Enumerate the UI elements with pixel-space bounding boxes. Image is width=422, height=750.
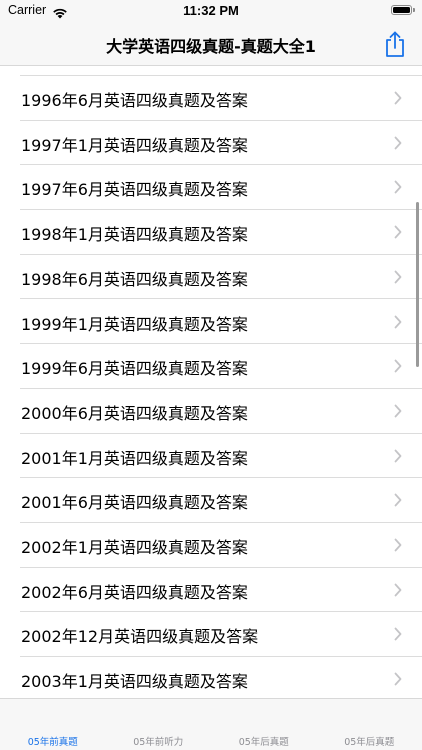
list-item[interactable]: 1996年6月英语四级真题及答案	[0, 76, 422, 121]
chevron-right-icon	[394, 180, 402, 194]
list-item[interactable]: 2003年1月英语四级真题及答案	[0, 657, 422, 698]
chevron-right-icon	[394, 404, 402, 418]
chevron-right-icon	[394, 91, 402, 105]
list-item[interactable]: 1998年1月英语四级真题及答案	[0, 210, 422, 255]
exam-list[interactable]: 1996年6月英语四级真题及答案 1997年1月英语四级真题及答案 1997年6月英…	[0, 66, 422, 698]
list-item[interactable]: 1998年6月英语四级真题及答案	[0, 255, 422, 300]
list-item-label: 1999年1月英语四级真题及答案	[21, 314, 248, 334]
chevron-right-icon	[394, 225, 402, 239]
list-item-label: 1997年6月英语四级真题及答案	[21, 180, 248, 200]
battery-icon	[391, 5, 412, 15]
chevron-right-icon	[394, 672, 402, 686]
list-item-label: 1998年6月英语四级真题及答案	[21, 269, 248, 289]
page-title: 大学英语四级真题-真题大全1	[106, 37, 316, 56]
list-item-label: 2001年6月英语四级真题及答案	[21, 493, 248, 513]
list-item-label: 2001年1月英语四级真题及答案	[21, 448, 248, 468]
list-item[interactable]: 2002年12月英语四级真题及答案	[0, 612, 422, 658]
list-item-label: 2000年6月英语四级真题及答案	[21, 403, 248, 423]
list-item[interactable]: 1997年1月英语四级真题及答案	[0, 121, 422, 166]
list-item-label: 2002年6月英语四级真题及答案	[21, 582, 248, 602]
chevron-right-icon	[394, 136, 402, 150]
tab-pre2005-listening[interactable]: 05年前听力	[106, 734, 212, 748]
share-icon	[386, 31, 404, 57]
tab-bar: 05年前真题 05年前听力 05年后真题 05年后真题	[0, 698, 422, 750]
list-item[interactable]: 2002年1月英语四级真题及答案	[0, 523, 422, 568]
list-item[interactable]: 2001年6月英语四级真题及答案	[0, 478, 422, 523]
list-item-label: 1999年6月英语四级真题及答案	[21, 359, 248, 379]
list-item[interactable]: 2001年1月英语四级真题及答案	[0, 434, 422, 479]
list-item[interactable]: 1999年1月英语四级真题及答案	[0, 300, 422, 345]
list-item[interactable]: 1997年6月英语四级真题及答案	[0, 165, 422, 211]
chevron-right-icon	[394, 315, 402, 328]
chevron-right-icon	[394, 627, 402, 641]
status-bar: Carrier 11:32 PM	[0, 0, 422, 22]
share-button[interactable]	[382, 30, 408, 58]
list-item-label: 1998年1月英语四级真题及答案	[21, 225, 248, 245]
list-item-label: 1996年6月英语四级真题及答案	[21, 91, 248, 110]
chevron-right-icon	[394, 270, 402, 284]
list-item[interactable]: 1999年6月英语四级真题及答案	[0, 344, 422, 389]
tab-pre2005-exams[interactable]: 05年前真题	[0, 734, 106, 748]
status-time: 11:32 PM	[183, 3, 239, 18]
list-item[interactable]: 2002年6月英语四级真题及答案	[0, 568, 422, 613]
chevron-right-icon	[394, 493, 402, 507]
list-item-label: 2003年1月英语四级真题及答案	[21, 672, 248, 692]
chevron-right-icon	[394, 449, 402, 462]
list-item-label: 2002年12月英语四级真题及答案	[21, 627, 259, 647]
list-item-label: 2002年1月英语四级真题及答案	[21, 538, 248, 557]
chevron-right-icon	[394, 538, 402, 552]
list-item-label: 1997年1月英语四级真题及答案	[21, 135, 248, 155]
battery-cap	[413, 8, 415, 12]
tab-post2005-exams[interactable]: 05年后真题	[211, 734, 317, 748]
list-item[interactable]: 2000年6月英语四级真题及答案	[0, 389, 422, 434]
tab-post2005-exams-2[interactable]: 05年后真题	[317, 734, 422, 748]
chevron-right-icon	[394, 583, 402, 597]
chevron-right-icon	[394, 359, 402, 373]
navigation-bar: 大学英语四级真题-真题大全1	[0, 22, 422, 66]
scrollbar[interactable]	[416, 202, 419, 367]
